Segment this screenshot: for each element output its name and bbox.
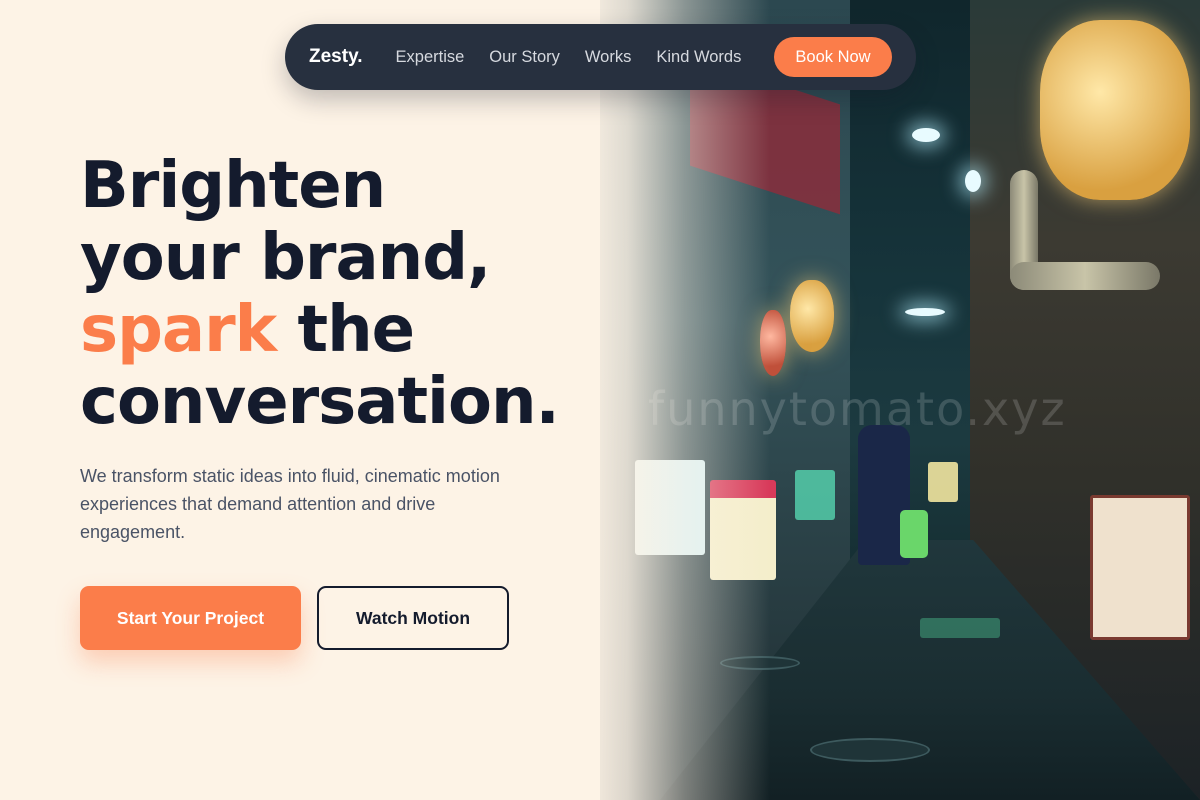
top-navigation: Zesty. Expertise Our Story Works Kind Wo…	[285, 24, 916, 90]
street-light	[965, 170, 981, 192]
pipe	[1010, 262, 1160, 290]
nav-link-works[interactable]: Works	[585, 48, 631, 67]
nav-link-kind-words[interactable]: Kind Words	[656, 48, 741, 67]
lantern	[790, 280, 834, 352]
shop-sign	[928, 462, 958, 502]
brand-logo[interactable]: Zesty.	[309, 46, 363, 68]
book-now-button[interactable]: Book Now	[774, 37, 892, 77]
nav-link-expertise[interactable]: Expertise	[396, 48, 465, 67]
headline-line-2: your brand,	[80, 221, 491, 295]
headline-accent-word: spark	[80, 293, 277, 367]
headline-line-1: Brighten	[80, 149, 386, 223]
suitcase	[900, 510, 928, 558]
menu-board	[1090, 495, 1190, 640]
headline-line-4: conversation.	[80, 365, 560, 439]
hero-subtext: We transform static ideas into fluid, ci…	[80, 466, 500, 542]
headline-line-3: spark the	[80, 294, 620, 366]
watch-motion-button[interactable]: Watch Motion	[317, 586, 509, 650]
floor-marking	[920, 618, 1000, 638]
nav-link-our-story[interactable]: Our Story	[489, 48, 560, 67]
shop-sign	[795, 470, 835, 520]
nav-links: Expertise Our Story Works Kind Words	[396, 48, 742, 67]
start-project-button[interactable]: Start Your Project	[80, 586, 301, 650]
manhole	[810, 738, 930, 762]
street-light	[905, 308, 945, 316]
lantern	[1040, 20, 1190, 200]
street-light	[912, 128, 940, 142]
landing-page: funnytomato.xyz Zesty. Expertise Our Sto…	[0, 0, 1200, 800]
hero-headline: Brighten your brand, spark the conversat…	[80, 150, 620, 438]
headline-line-3-rest: the	[276, 293, 416, 367]
